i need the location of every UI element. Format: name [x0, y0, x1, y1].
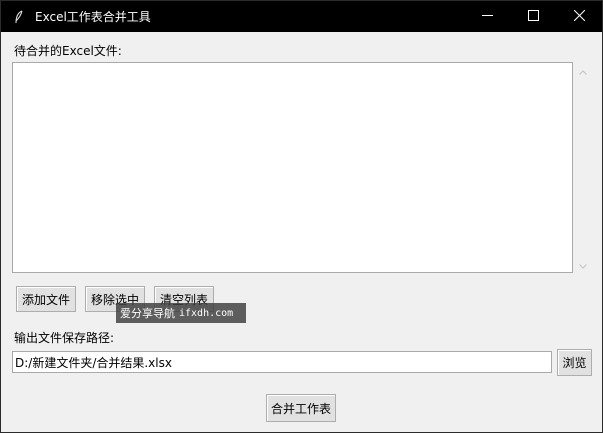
minimize-button[interactable]: [464, 1, 510, 32]
scroll-down-button[interactable]: [574, 256, 591, 273]
close-icon: [573, 9, 585, 24]
listbox-scrollbar[interactable]: [574, 62, 591, 273]
file-list-label: 待合并的Excel文件:: [14, 44, 122, 58]
close-button[interactable]: [556, 1, 602, 32]
file-listbox[interactable]: [12, 62, 573, 273]
maximize-icon: [527, 9, 539, 24]
feather-icon: [11, 9, 27, 25]
watermark-text: 爱分享导航: [120, 307, 175, 320]
output-path-input[interactable]: [12, 351, 552, 373]
watermark-url: ifxdh.com: [179, 307, 234, 319]
maximize-button[interactable]: [510, 1, 556, 32]
add-file-button[interactable]: 添加文件: [16, 286, 76, 312]
minimize-icon: [481, 10, 493, 24]
window-controls: [464, 1, 602, 32]
chevron-up-icon: [578, 64, 587, 78]
scroll-up-button[interactable]: [574, 62, 591, 79]
merge-sheets-button[interactable]: 合并工作表: [266, 394, 336, 422]
title-bar[interactable]: Excel工作表合并工具: [1, 1, 602, 32]
browse-button[interactable]: 浏览: [557, 349, 592, 376]
watermark-overlay: 爱分享导航 ifxdh.com: [116, 303, 246, 323]
window-title: Excel工作表合并工具: [35, 10, 151, 24]
app-window: Excel工作表合并工具 待合并的Excel文件: 添加文件 移除选中 清空列表…: [0, 0, 603, 433]
chevron-down-icon: [578, 258, 587, 272]
output-path-label: 输出文件保存路径:: [14, 331, 115, 345]
